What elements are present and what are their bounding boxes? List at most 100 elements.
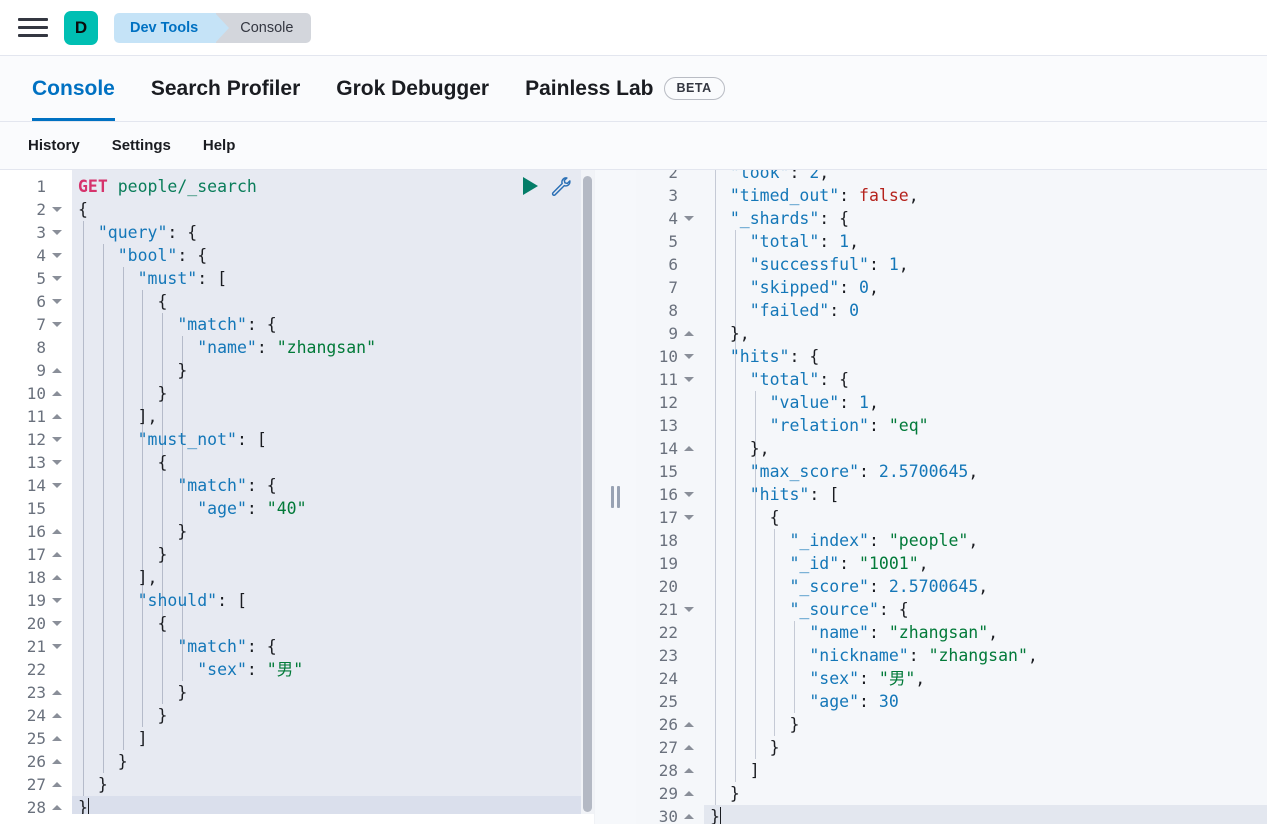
line-number-row[interactable]: 13 (0, 451, 72, 474)
fold-down-icon[interactable] (52, 299, 62, 304)
code-line[interactable]: "name": "zhangsan", (704, 621, 1267, 644)
code-line[interactable]: "successful": 1, (704, 253, 1267, 276)
fold-down-icon[interactable] (52, 460, 62, 465)
line-number-row[interactable]: 30 (636, 805, 704, 824)
line-number-row[interactable]: 6 (0, 290, 72, 313)
tab-grok-debugger[interactable]: Grok Debugger (318, 56, 507, 121)
play-icon[interactable] (523, 177, 538, 195)
code-line[interactable]: "_source": { (704, 598, 1267, 621)
line-number-row[interactable]: 27 (636, 736, 704, 759)
line-number-row[interactable]: 21 (0, 635, 72, 658)
tab-console[interactable]: Console (14, 56, 133, 121)
fold-up-icon[interactable] (684, 814, 694, 819)
pane-splitter[interactable] (594, 170, 636, 824)
code-line[interactable]: "failed": 0 (704, 299, 1267, 322)
code-line[interactable]: "sex": "男", (704, 667, 1267, 690)
code-line[interactable]: } (704, 805, 1267, 824)
breadcrumb-item-console[interactable]: Console (216, 13, 311, 43)
line-number-row[interactable]: 18 (636, 529, 704, 552)
fold-down-icon[interactable] (684, 354, 694, 359)
code-line[interactable]: } (72, 382, 594, 405)
line-number-row[interactable]: 14 (636, 437, 704, 460)
fold-up-icon[interactable] (52, 782, 62, 787)
fold-up-icon[interactable] (52, 529, 62, 534)
line-number-row[interactable]: 17 (0, 543, 72, 566)
code-line[interactable]: GET people/_search (72, 175, 594, 198)
code-line[interactable]: { (72, 290, 594, 313)
line-number-row[interactable]: 27 (0, 773, 72, 796)
tab-search-profiler[interactable]: Search Profiler (133, 56, 318, 121)
settings-button[interactable]: Settings (98, 131, 185, 160)
code-line[interactable]: "_id": "1001", (704, 552, 1267, 575)
response-pane[interactable]: "took": 2, "timed_out": false, "_shards"… (636, 170, 1267, 824)
request-scrollbar-thumb[interactable] (583, 176, 592, 812)
code-line[interactable]: "must_not": [ (72, 428, 594, 451)
code-line[interactable]: } (72, 520, 594, 543)
code-line[interactable]: } (72, 359, 594, 382)
line-number-row[interactable]: 26 (636, 713, 704, 736)
line-number-row[interactable]: 4 (636, 207, 704, 230)
code-line[interactable]: "_score": 2.5700645, (704, 575, 1267, 598)
code-line[interactable]: } (704, 713, 1267, 736)
line-number-row[interactable]: 17 (636, 506, 704, 529)
line-number-row[interactable]: 24 (0, 704, 72, 727)
history-button[interactable]: History (14, 131, 94, 160)
code-line[interactable]: "must": [ (72, 267, 594, 290)
fold-up-icon[interactable] (52, 690, 62, 695)
breadcrumb-item-dev-tools[interactable]: Dev Tools (114, 13, 216, 43)
fold-down-icon[interactable] (52, 644, 62, 649)
fold-down-icon[interactable] (52, 322, 62, 327)
line-number-row[interactable]: 29 (636, 782, 704, 805)
fold-up-icon[interactable] (52, 552, 62, 557)
code-line[interactable]: "name": "zhangsan" (72, 336, 594, 359)
line-number-row[interactable]: 5 (0, 267, 72, 290)
code-line[interactable]: } (72, 704, 594, 727)
code-line[interactable]: "nickname": "zhangsan", (704, 644, 1267, 667)
fold-up-icon[interactable] (684, 791, 694, 796)
line-number-row[interactable]: 26 (0, 750, 72, 773)
fold-up-icon[interactable] (52, 805, 62, 810)
code-line[interactable]: ], (72, 566, 594, 589)
request-editor-pane[interactable]: GET people/_search{ "query": { "bool": {… (0, 170, 594, 824)
app-logo-badge[interactable]: D (64, 11, 98, 45)
help-button[interactable]: Help (189, 131, 250, 160)
code-line[interactable]: "match": { (72, 474, 594, 497)
line-number-row[interactable]: 10 (636, 345, 704, 368)
line-number-row[interactable]: 23 (0, 681, 72, 704)
line-number-row[interactable]: 7 (636, 276, 704, 299)
code-line[interactable]: "hits": { (704, 345, 1267, 368)
fold-down-icon[interactable] (52, 621, 62, 626)
fold-up-icon[interactable] (52, 736, 62, 741)
hamburger-menu-icon[interactable] (18, 15, 48, 41)
code-line[interactable]: "sex": "男" (72, 658, 594, 681)
fold-up-icon[interactable] (684, 331, 694, 336)
line-number-row[interactable]: 10 (0, 382, 72, 405)
fold-up-icon[interactable] (52, 759, 62, 764)
line-number-row[interactable]: 9 (636, 322, 704, 345)
line-number-row[interactable]: 8 (0, 336, 72, 359)
fold-down-icon[interactable] (52, 276, 62, 281)
line-number-row[interactable]: 4 (0, 244, 72, 267)
code-line[interactable]: ] (704, 759, 1267, 782)
line-number-row[interactable]: 8 (636, 299, 704, 322)
response-editor[interactable]: "took": 2, "timed_out": false, "_shards"… (636, 170, 1267, 824)
line-number-row[interactable]: 20 (0, 612, 72, 635)
line-number-row[interactable]: 16 (0, 520, 72, 543)
fold-up-icon[interactable] (684, 446, 694, 451)
code-line[interactable]: { (72, 198, 594, 221)
code-line[interactable]: ] (72, 727, 594, 750)
line-number-row[interactable]: 28 (636, 759, 704, 782)
code-line[interactable]: "value": 1, (704, 391, 1267, 414)
code-line[interactable]: { (72, 451, 594, 474)
line-number-row[interactable]: 24 (636, 667, 704, 690)
code-line[interactable]: { (72, 612, 594, 635)
line-number-row[interactable]: 3 (636, 184, 704, 207)
code-line[interactable]: } (72, 750, 594, 773)
line-number-row[interactable]: 13 (636, 414, 704, 437)
code-line[interactable]: } (72, 543, 594, 566)
line-number-row[interactable]: 15 (0, 497, 72, 520)
request-editor[interactable]: GET people/_search{ "query": { "bool": {… (0, 170, 594, 824)
code-line[interactable]: "hits": [ (704, 483, 1267, 506)
tab-painless-lab[interactable]: Painless Lab BETA (507, 56, 743, 121)
code-line[interactable]: } (704, 782, 1267, 805)
